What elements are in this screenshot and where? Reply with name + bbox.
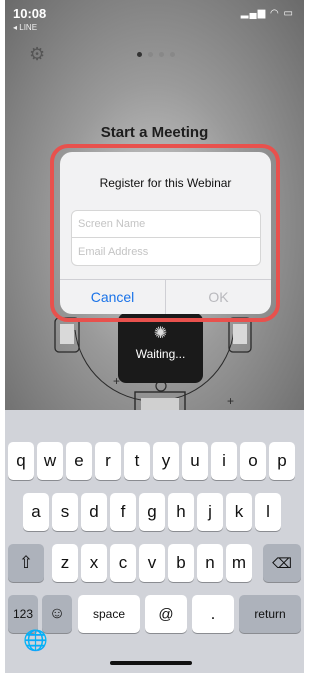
key-o[interactable]: o [240,442,266,480]
key-h[interactable]: h [168,493,194,531]
key-t[interactable]: t [124,442,150,480]
key-e[interactable]: e [66,442,92,480]
key-f[interactable]: f [110,493,136,531]
key-g[interactable]: g [139,493,165,531]
shift-key-icon[interactable]: ⇧ [8,544,44,582]
key-n[interactable]: n [197,544,223,582]
key-q[interactable]: q [8,442,34,480]
at-key[interactable]: @ [145,595,187,633]
spinner-icon: ✺ [153,325,168,342]
dot-key[interactable]: . [192,595,234,633]
waiting-indicator: ✺ Waiting... [118,313,203,383]
key-k[interactable]: k [226,493,252,531]
key-r[interactable]: r [95,442,121,480]
key-d[interactable]: d [81,493,107,531]
key-w[interactable]: w [37,442,63,480]
key-p[interactable]: p [269,442,295,480]
return-key[interactable]: return [239,595,301,633]
key-a[interactable]: a [23,493,49,531]
svg-text:+: + [227,394,234,408]
key-i[interactable]: i [211,442,237,480]
key-y[interactable]: y [153,442,179,480]
on-screen-keyboard: q w e r t y u i o p a s d f g h j k l ⇧ … [5,410,304,673]
key-c[interactable]: c [110,544,136,582]
highlight-outline [50,144,280,322]
key-m[interactable]: m [226,544,252,582]
key-v[interactable]: v [139,544,165,582]
waiting-label: Waiting... [135,347,186,361]
key-b[interactable]: b [168,544,194,582]
space-key[interactable]: space [78,595,140,633]
key-j[interactable]: j [197,493,223,531]
key-x[interactable]: x [81,544,107,582]
phone-screen: 10:08 ◂ LINE ▂▄▆ ◠ ▭ ⚙ Start a Meeting +… [5,0,304,673]
key-s[interactable]: s [52,493,78,531]
delete-key-icon[interactable]: ⌫ [263,544,301,582]
home-indicator[interactable] [110,661,192,665]
globe-icon[interactable]: 🌐 [23,628,48,653]
key-u[interactable]: u [182,442,208,480]
key-z[interactable]: z [52,544,78,582]
key-l[interactable]: l [255,493,281,531]
